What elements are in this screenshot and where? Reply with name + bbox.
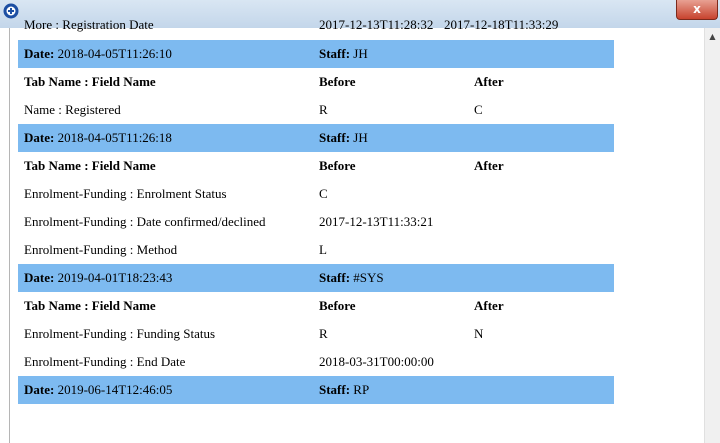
table-row: Enrolment-Funding : Method L: [18, 236, 614, 264]
field-name: Enrolment-Funding : Date confirmed/decli…: [24, 214, 266, 229]
before-value: 2017-12-13T11:33:21: [319, 214, 434, 229]
change-group-header: Date: 2018-04-05T11:26:10 Staff: JH: [18, 40, 614, 68]
column-header-field: Tab Name : Field Name: [24, 298, 156, 313]
staff-code: RP: [353, 382, 370, 397]
staff-code: #SYS: [353, 270, 384, 285]
table-row: Enrolment-Funding : Funding Status R N: [18, 320, 614, 348]
column-header-field: Tab Name : Field Name: [24, 74, 156, 89]
column-header-row: Tab Name : Field Name Before After: [18, 292, 614, 320]
staff-label: Staff:: [319, 270, 351, 285]
scroll-up-arrow-icon[interactable]: ▲: [705, 32, 720, 46]
staff-code: JH: [353, 130, 368, 145]
before-value: R: [319, 102, 328, 117]
staff-label: Staff:: [319, 382, 351, 397]
column-header-row: Tab Name : Field Name Before After: [18, 68, 614, 96]
change-group-header: Date: 2019-04-01T18:23:43 Staff: #SYS: [18, 264, 614, 292]
field-name: Enrolment-Funding : Enrolment Status: [24, 186, 227, 201]
close-button[interactable]: x: [676, 0, 718, 20]
app-icon: [3, 3, 19, 19]
date-label: Date:: [24, 382, 55, 397]
staff-label: Staff:: [319, 130, 351, 145]
column-header-before: Before: [319, 74, 356, 89]
vertical-scrollbar[interactable]: ▲: [704, 28, 720, 443]
before-value: L: [319, 242, 327, 257]
change-date: 2018-04-05T11:26:10: [57, 46, 172, 61]
table-row: Name : Registered R C: [18, 96, 614, 124]
change-group-header: Date: 2019-06-14T12:46:05 Staff: RP: [18, 376, 614, 404]
column-header-after: After: [474, 74, 504, 89]
field-name: Enrolment-Funding : Funding Status: [24, 326, 216, 341]
field-name: Enrolment-Funding : End Date: [24, 354, 186, 369]
field-name: More : Registration Date: [24, 20, 154, 32]
change-date: 2018-04-05T11:26:18: [57, 130, 172, 145]
date-label: Date:: [24, 46, 55, 61]
date-label: Date:: [24, 270, 55, 285]
table-row: Enrolment-Funding : Enrolment Status C: [18, 180, 614, 208]
field-name: Name : Registered: [24, 102, 121, 117]
before-value: R: [319, 326, 328, 341]
before-value: 2017-12-13T11:28:32: [319, 20, 434, 32]
change-group-header: Date: 2018-04-05T11:26:18 Staff: JH: [18, 124, 614, 152]
column-header-before: Before: [319, 298, 356, 313]
change-date: 2019-04-01T18:23:43: [57, 270, 173, 285]
field-name: Enrolment-Funding : Method: [24, 242, 178, 257]
table-row: Enrolment-Funding : Date confirmed/decli…: [18, 208, 614, 236]
after-value: C: [474, 102, 483, 117]
change-date: 2019-06-14T12:46:05: [57, 382, 173, 397]
column-header-after: After: [474, 158, 504, 173]
column-header-row: Tab Name : Field Name Before After: [18, 152, 614, 180]
table-row: Enrolment-Funding : End Date 2018-03-31T…: [18, 348, 614, 376]
before-value: C: [319, 186, 328, 201]
after-value: 2017-12-18T11:33:29: [444, 20, 559, 32]
staff-code: JH: [353, 46, 368, 61]
before-value: 2018-03-31T00:00:00: [319, 354, 434, 369]
column-header-field: Tab Name : Field Name: [24, 158, 156, 173]
table-row: More : Registration Date 2017-12-13T11:2…: [18, 20, 614, 40]
staff-label: Staff:: [319, 46, 351, 61]
after-value: N: [474, 326, 484, 341]
column-header-after: After: [474, 298, 504, 313]
date-label: Date:: [24, 130, 55, 145]
change-history-list: More : Registration Date 2017-12-13T11:2…: [18, 20, 614, 404]
column-header-before: Before: [319, 158, 356, 173]
